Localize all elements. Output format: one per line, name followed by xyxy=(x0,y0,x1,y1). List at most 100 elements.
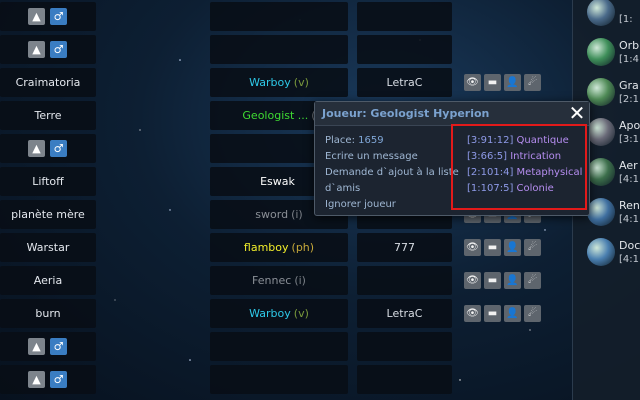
player-place: Place: 1659 xyxy=(325,135,384,146)
expedition-icon[interactable]: ▲ xyxy=(28,8,45,25)
planet-name-cell: planète mère xyxy=(0,200,96,229)
add-friend-link-cont[interactable]: d`amis xyxy=(325,181,465,197)
planet-name-cell: Aeria xyxy=(0,266,96,295)
alliance-name[interactable]: LetraC xyxy=(387,307,423,320)
planet-name[interactable]: Liftoff xyxy=(32,175,64,188)
player-name[interactable]: Warboy xyxy=(249,76,291,89)
player-popup: Joueur: Geologist Hyperion ✕ Place: 1659… xyxy=(314,101,590,216)
player-cell xyxy=(210,35,348,64)
planet-list-name: Aer xyxy=(619,159,638,172)
table-row: ▲ ♂ xyxy=(0,330,560,363)
row-actions: 👁▬👤☄ xyxy=(464,74,541,91)
add-friend-link[interactable]: Demande d`ajout à la liste xyxy=(325,165,465,181)
planet-list-coord: [2:1 xyxy=(619,94,639,105)
missile-icon[interactable]: ☄ xyxy=(524,239,541,256)
player-cell xyxy=(210,2,348,31)
colonize-icon[interactable]: ♂ xyxy=(50,41,67,58)
empty-slot-cell: ▲ ♂ xyxy=(0,134,96,163)
write-message-link[interactable]: Ecrire un message xyxy=(325,149,465,165)
planet-name[interactable]: Aeria xyxy=(34,274,62,287)
player-cell: Fennec (i) xyxy=(210,266,348,295)
planet-thumbnail xyxy=(587,118,615,146)
spy-eye-icon[interactable]: 👁 xyxy=(464,74,481,91)
planet-list-item[interactable]: [1: xyxy=(573,0,640,32)
player-planet-item[interactable]: [3:91:12] Quantique xyxy=(467,133,589,149)
alliance-cell xyxy=(357,2,452,31)
player-rank: (i) xyxy=(294,274,306,287)
player-cell xyxy=(210,332,348,361)
missile-icon[interactable]: ☄ xyxy=(524,272,541,289)
planet-name[interactable]: burn xyxy=(35,307,60,320)
player-name[interactable]: sword xyxy=(255,208,288,221)
planet-list-item[interactable]: Orb [1:4 xyxy=(573,32,640,72)
player-rank: (i) xyxy=(291,208,303,221)
player-planets-list: [3:91:12] Quantique [3:66:5] Intrication… xyxy=(467,133,589,197)
spy-eye-icon[interactable]: 👁 xyxy=(464,272,481,289)
table-row: ▲ ♂ xyxy=(0,363,560,396)
planet-list-coord: [1: xyxy=(619,14,633,25)
table-row: Aeria Fennec (i) 👁 ▬ 👤 ☄ xyxy=(0,264,560,297)
player-cell: flamboy (ph) xyxy=(210,233,348,262)
expedition-icon[interactable]: ▲ xyxy=(28,338,45,355)
message-icon[interactable]: ▬ xyxy=(484,305,501,322)
alliance-cell: LetraC xyxy=(357,68,452,97)
planet-name-cell: Craimatoria xyxy=(0,68,96,97)
planet-thumbnail xyxy=(587,198,615,226)
planet-name[interactable]: planète mère xyxy=(11,208,85,221)
buddy-icon[interactable]: 👤 xyxy=(504,305,521,322)
alliance-name[interactable]: 777 xyxy=(394,241,415,254)
buddy-icon[interactable]: 👤 xyxy=(504,272,521,289)
message-icon[interactable]: ▬ xyxy=(484,239,501,256)
alliance-cell: 777 xyxy=(357,233,452,262)
planet-list-item[interactable]: Doc [4:1 xyxy=(573,232,640,272)
spy-eye-icon[interactable]: 👁 xyxy=(464,239,481,256)
planet-list-name: Apo xyxy=(619,119,640,132)
expedition-icon[interactable]: ▲ xyxy=(28,140,45,157)
row-actions: 👁▬👤☄ xyxy=(464,239,541,256)
buddy-icon[interactable]: 👤 xyxy=(504,239,521,256)
player-planet-item[interactable]: [1:107:5] Colonie xyxy=(467,181,589,197)
alliance-name[interactable]: LetraC xyxy=(387,76,423,89)
player-name[interactable]: Eswak xyxy=(260,175,295,188)
colonize-icon[interactable]: ♂ xyxy=(50,140,67,157)
expedition-icon[interactable]: ▲ xyxy=(28,371,45,388)
alliance-cell xyxy=(357,332,452,361)
player-name[interactable]: Geologist ... xyxy=(242,109,308,122)
spy-eye-icon[interactable]: 👁 xyxy=(464,305,481,322)
empty-slot-cell: ▲ ♂ xyxy=(0,332,96,361)
alliance-cell: LetraC xyxy=(357,299,452,328)
alliance-cell xyxy=(357,35,452,64)
player-cell: Warboy (v) xyxy=(210,299,348,328)
player-planet-item[interactable]: [3:66:5] Intrication xyxy=(467,149,589,165)
player-planet-item[interactable]: [2:101:4] Metaphysical xyxy=(467,165,589,181)
planet-name[interactable]: Warstar xyxy=(27,241,70,254)
planet-name-cell: Liftoff xyxy=(0,167,96,196)
buddy-icon[interactable]: 👤 xyxy=(504,74,521,91)
planet-thumbnail xyxy=(587,78,615,106)
colonize-icon[interactable]: ♂ xyxy=(50,371,67,388)
message-icon[interactable]: ▬ xyxy=(484,272,501,289)
planet-list-coord: [3:1 xyxy=(619,134,639,145)
empty-slot-cell: ▲ ♂ xyxy=(0,35,96,64)
planet-name[interactable]: Craimatoria xyxy=(16,76,81,89)
planet-list-name: Doc xyxy=(619,239,640,252)
message-icon[interactable]: ▬ xyxy=(484,74,501,91)
planet-name-cell: burn xyxy=(0,299,96,328)
expedition-icon[interactable]: ▲ xyxy=(28,41,45,58)
close-icon[interactable]: ✕ xyxy=(568,103,586,123)
player-name[interactable]: Fennec xyxy=(252,274,291,287)
ignore-player-link[interactable]: Ignorer joueur xyxy=(325,197,465,213)
colonize-icon[interactable]: ♂ xyxy=(50,338,67,355)
alliance-cell xyxy=(357,365,452,394)
missile-icon[interactable]: ☄ xyxy=(524,74,541,91)
planet-list-name: Orb xyxy=(619,39,640,52)
missile-icon[interactable]: ☄ xyxy=(524,305,541,322)
row-actions: 👁▬👤☄ xyxy=(464,305,541,322)
player-rank: (ph) xyxy=(291,241,315,254)
player-name[interactable]: Warboy xyxy=(249,307,291,320)
colonize-icon[interactable]: ♂ xyxy=(50,8,67,25)
planet-name[interactable]: Terre xyxy=(35,109,62,122)
planet-list-name: Ren xyxy=(619,199,640,212)
planet-list-coord: [4:1 xyxy=(619,214,639,225)
player-name[interactable]: flamboy xyxy=(244,241,289,254)
